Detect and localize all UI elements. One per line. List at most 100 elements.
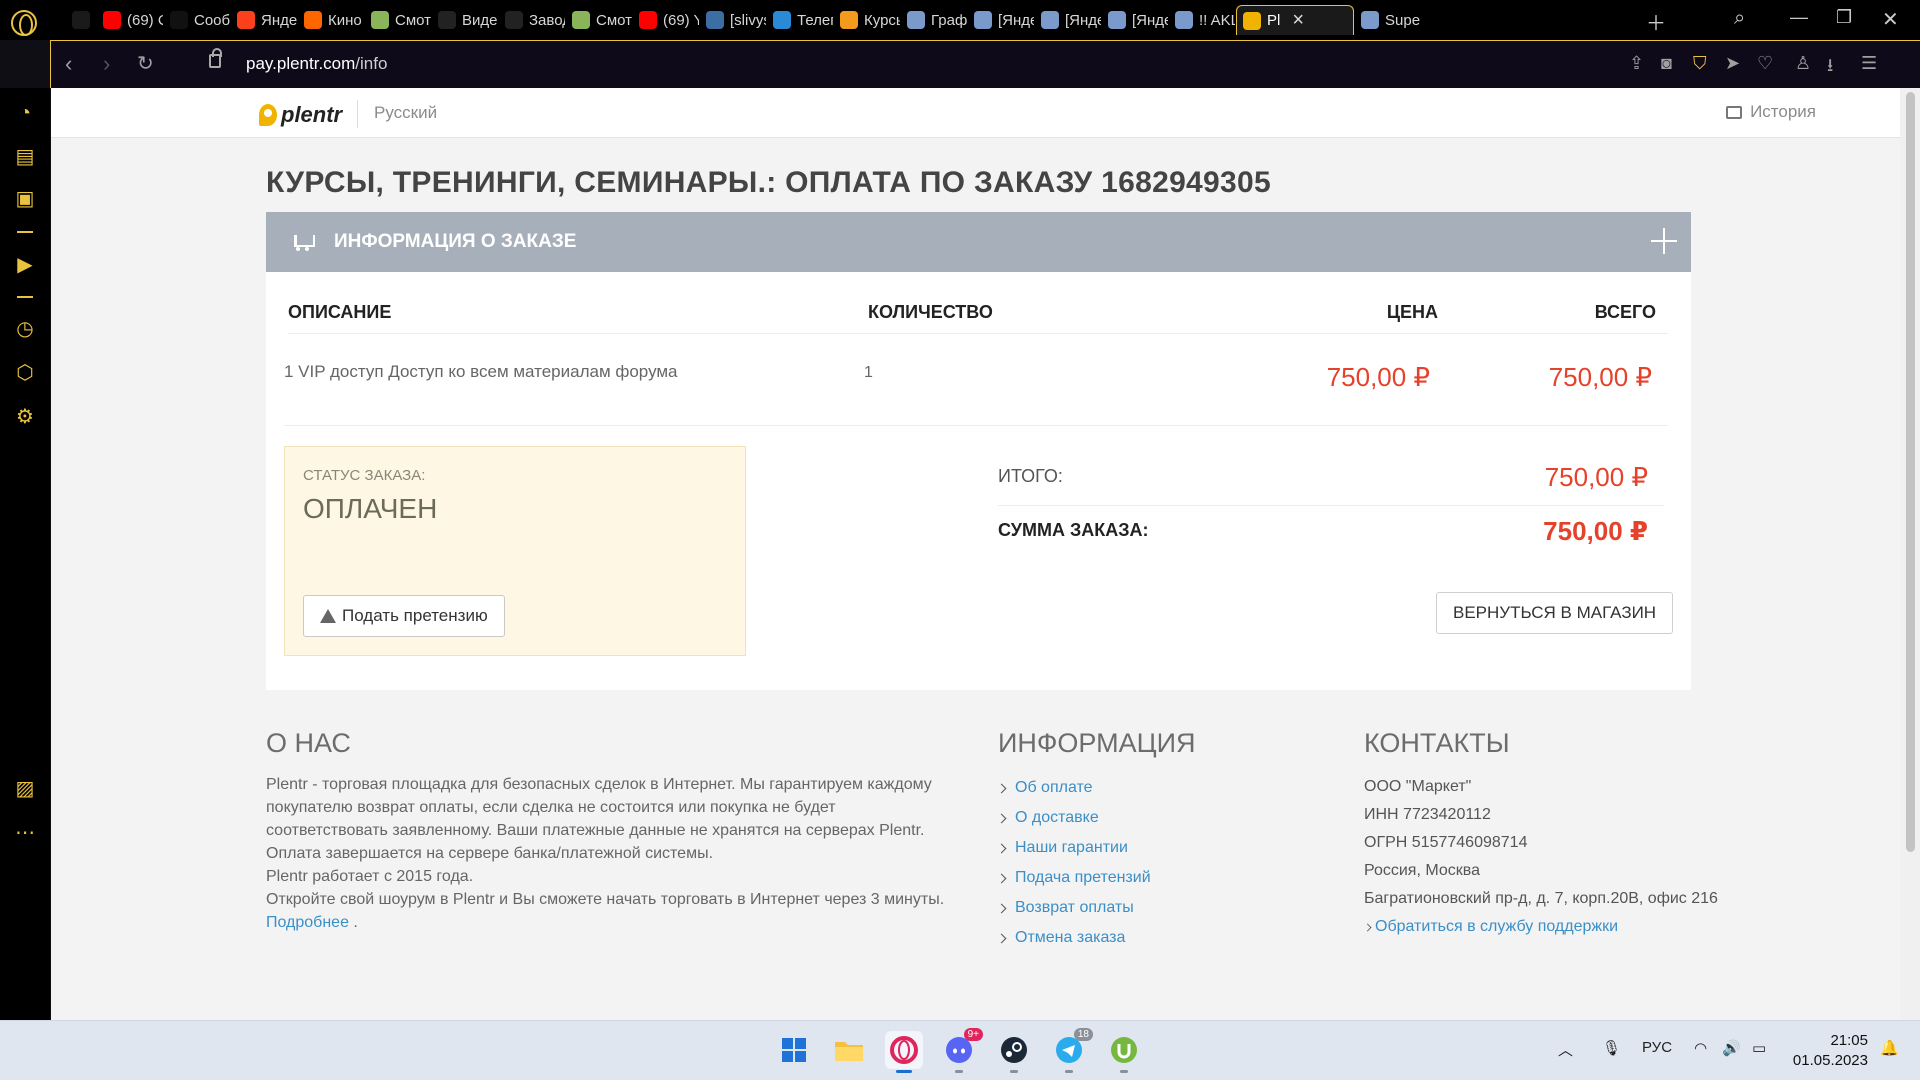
cart-icon	[290, 233, 315, 251]
system-clock[interactable]: 21:05 01.05.2023	[1793, 1031, 1868, 1071]
forward-icon[interactable]: ›	[103, 51, 110, 77]
browser-tab[interactable]: !! AKL	[1169, 5, 1235, 35]
info-link[interactable]: Подача претензий	[1015, 863, 1151, 893]
plentr-logo[interactable]: plentr	[259, 102, 342, 128]
contact-line: Россия, Москва	[1364, 862, 1480, 879]
expand-plus-icon[interactable]	[1651, 228, 1677, 254]
wifi-icon[interactable]: ◠	[1694, 1039, 1707, 1057]
browser-tab[interactable]: Смот	[365, 5, 431, 35]
close-window-icon[interactable]: ✕	[1882, 7, 1899, 32]
camera-icon[interactable]: ◙	[1661, 53, 1672, 74]
download-icon[interactable]: ⭳	[1827, 53, 1833, 83]
browser-tab[interactable]: Кино	[298, 5, 364, 35]
order-panel-header[interactable]: ИНФОРМАЦИЯ О ЗАКАЗЕ	[266, 212, 1691, 272]
browser-tab[interactable]: [Янде	[1102, 5, 1168, 35]
info-link[interactable]: Отмена заказа	[1015, 923, 1125, 953]
chip-icon[interactable]: ▣	[14, 188, 36, 210]
browser-tab[interactable]: Завод	[499, 5, 565, 35]
browser-tab[interactable]: [slivys	[700, 5, 766, 35]
tab-label: Граф	[931, 11, 967, 29]
info-link-item[interactable]: Отмена заказа	[996, 923, 1298, 953]
chevron-right-icon	[996, 873, 1007, 883]
lock-icon[interactable]	[209, 48, 222, 68]
browser-tab[interactable]: [Янде	[1035, 5, 1101, 35]
browser-tab[interactable]: (69) Y	[633, 5, 699, 35]
account-icon[interactable]: ♙	[1795, 53, 1811, 74]
notifications-bell-icon[interactable]: 🔔	[1880, 1039, 1899, 1057]
chevron-right-icon	[996, 783, 1007, 793]
extensions-cube-icon[interactable]: ⬡	[14, 362, 36, 384]
tab-label: [slivys	[730, 11, 766, 29]
more-dots-icon[interactable]: ⋯	[14, 822, 36, 844]
microphone-icon[interactable]: 🎙	[1602, 1039, 1621, 1057]
speed-dial-icon[interactable]: ◔	[14, 102, 36, 124]
opera-menu-icon[interactable]	[11, 10, 37, 36]
minimize-icon[interactable]: —	[1790, 7, 1808, 28]
easy-setup-icon[interactable]: ☰	[1861, 53, 1877, 74]
battery-icon[interactable]: ▭	[1752, 1039, 1766, 1057]
browser-tab[interactable]: Телег	[767, 5, 833, 35]
info-link[interactable]: Наши гарантии	[1015, 833, 1128, 863]
info-link-item[interactable]: Возврат оплаты	[996, 893, 1298, 923]
browser-tab[interactable]: Яндек	[231, 5, 297, 35]
browser-tab[interactable]: Курсы	[834, 5, 900, 35]
info-link[interactable]: Об оплате	[1015, 773, 1093, 803]
history-link[interactable]: История	[1726, 102, 1816, 122]
info-link-item[interactable]: Подача претензий	[996, 863, 1298, 893]
tab-label: Завод	[529, 11, 565, 29]
close-tab-icon[interactable]: ×	[1292, 9, 1304, 32]
taskbar-discord[interactable]: 9+	[940, 1028, 983, 1073]
share-icon[interactable]: ⇪	[1629, 53, 1644, 74]
plentr-logo-icon	[259, 104, 277, 126]
browser-tab[interactable]: Видео	[432, 5, 498, 35]
browser-tab[interactable]: Pl ×	[1236, 5, 1354, 35]
volume-icon[interactable]: 🔊	[1722, 1039, 1741, 1057]
column-price: ЦЕНА	[1386, 302, 1438, 322]
clock-date: 01.05.2023	[1792, 1052, 1868, 1069]
search-tabs-icon[interactable]: ⌕	[1734, 7, 1745, 30]
browser-tab[interactable]: Граф	[901, 5, 967, 35]
tray-chevron-up-icon[interactable]: ︿	[1558, 1039, 1573, 1060]
wallpaper-icon[interactable]: ▨	[14, 778, 36, 800]
history-clock-icon[interactable]: ◷	[14, 318, 36, 340]
language-selector[interactable]: Русский	[357, 100, 437, 128]
tab-label: Телег	[797, 11, 833, 29]
browser-tab[interactable]: Super	[1355, 5, 1421, 35]
browser-tab[interactable]: Сооб	[164, 5, 230, 35]
settings-gear-icon[interactable]: ⚙	[14, 406, 36, 428]
scrollbar-thumb[interactable]	[1906, 92, 1915, 852]
submit-claim-button[interactable]: Подать претензию	[303, 595, 505, 637]
reload-icon[interactable]: ↻	[137, 51, 154, 76]
return-to-shop-button[interactable]: ВЕРНУТЬСЯ В МАГАЗИН	[1436, 592, 1674, 634]
taskbar-telegram[interactable]: 18	[1050, 1028, 1093, 1073]
url-field[interactable]: pay.plentr.com/info	[246, 54, 387, 74]
tab-label: Сооб	[194, 11, 230, 29]
taskbar-opera[interactable]	[885, 1031, 923, 1073]
site-icon	[371, 11, 389, 29]
send-icon[interactable]: ➤	[1725, 53, 1740, 74]
restore-icon[interactable]: ❐	[1836, 7, 1852, 28]
workspace-icon[interactable]: ▤	[14, 146, 36, 168]
heart-icon[interactable]: ♡	[1757, 53, 1773, 74]
taskbar-explorer[interactable]	[830, 1031, 868, 1069]
new-tab-icon[interactable]: ＋	[1646, 7, 1666, 36]
taskbar-steam[interactable]	[995, 1031, 1033, 1073]
about-more-link[interactable]: Подробнее	[266, 914, 349, 931]
web-page: plentr Русский История КУРСЫ, ТРЕНИНГИ, …	[51, 88, 1900, 1020]
info-link[interactable]: О доставке	[1015, 803, 1099, 833]
player-icon[interactable]: ▶	[14, 254, 36, 276]
browser-tab[interactable]: (69) С	[97, 5, 163, 35]
info-link-item[interactable]: Об оплате	[996, 773, 1298, 803]
browser-tab[interactable]: [Янде	[968, 5, 1034, 35]
keyboard-language[interactable]: РУС	[1642, 1039, 1672, 1056]
info-link-item[interactable]: О доставке	[996, 803, 1298, 833]
info-link-item[interactable]: Наши гарантии	[996, 833, 1298, 863]
start-button[interactable]	[775, 1031, 813, 1069]
info-link[interactable]: Возврат оплаты	[1015, 893, 1134, 923]
browser-tab[interactable]: Смотр	[566, 5, 632, 35]
back-icon[interactable]: ‹	[65, 51, 72, 77]
browser-tab[interactable]	[66, 5, 96, 35]
vpn-shield-icon[interactable]: ⛉	[1693, 53, 1707, 74]
support-link[interactable]: Обратиться в службу поддержки	[1375, 913, 1618, 941]
taskbar-utorrent[interactable]	[1105, 1031, 1143, 1073]
